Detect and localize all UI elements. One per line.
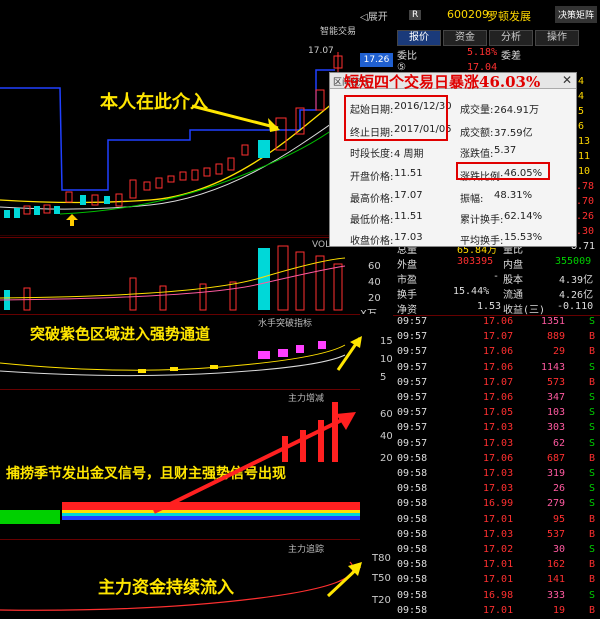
tab-funds[interactable]: 资金 [443,30,487,46]
volume-svg [0,245,346,311]
partial-col: 4 4 5 6 13 11 10 6.78 6.70 4.26 6.30 [570,76,595,237]
price-tag: 17.26 [360,53,393,67]
date-highlight-box [344,95,448,141]
tick-row: 09:58 17.02 30 S [397,544,596,555]
tab-operate[interactable]: 操作 [535,30,579,46]
range-stats-popup[interactable]: 区间统计 ✕ 短短四个交易日暴涨46.03% 起始日期: 2016/12/30 … [329,72,577,247]
tick-row: 09:58 17.01 19 B [397,604,596,616]
tab-bar: 报价 资金 分析 操作 [393,30,600,46]
tick-row: 09:58 16.98 333 S [397,589,596,601]
r-badge: R [409,10,422,20]
stat-row: 市盈 - 股本 4.39亿 [397,271,594,286]
kline-panel[interactable] [0,0,360,236]
tab-quote[interactable]: 报价 [397,30,441,46]
stat-row: 换手 15.44% 流通 4.26亿 [397,286,594,301]
arrow-golden [153,412,356,514]
tick-row: 09:58 17.01 95 B [397,513,596,525]
kline-svg [0,52,360,236]
volume-panel[interactable]: VOL [0,237,360,314]
tick-row: 09:58 16.99 279 S [397,498,596,510]
tab-analysis[interactable]: 分析 [489,30,533,46]
tick-row: 09:57 17.06 1351 S [397,316,596,327]
arrow-breakout [336,336,362,371]
stock-code: 600209 [447,8,489,21]
tick-row: 09:57 17.07 889 B [397,331,596,343]
candles [4,52,343,218]
tick-row: 09:58 17.06 687 B [397,452,596,464]
tick-row: 09:58 17.03 319 S [397,468,596,479]
tick-list[interactable]: 09:57 17.06 1351 S 09:57 17.07 889 B 09:57 17.06 2… [393,315,600,619]
tick-row: 09:57 17.03 62 S [397,437,596,449]
tick-row: 09:58 17.03 537 B [397,528,596,540]
stock-name: 罗顿发展 [487,10,531,23]
popup-title: 短短四个交易日暴涨46.03% [344,73,541,91]
white-ma [0,101,357,210]
wsh-title: 水手突破指标 [258,319,313,329]
tick-row: 09:57 17.06 1143 S [397,361,596,373]
zlzj-axis: 60 40 20 [360,389,393,539]
tick-row: 09:58 17.03 26 S [397,483,596,495]
buy-arrow [66,214,78,226]
tick-row: 09:57 17.03 303 S [397,422,596,434]
tick-row: 09:57 17.05 103 S [397,407,596,419]
arrow-entry [191,104,280,132]
annotation-inflow: 主力资金持续流入 [98,578,234,598]
high-price-label: 17.07 [308,46,334,56]
stat-row: 净资 1.53 收益(三) -0.110 [397,301,594,316]
close-icon[interactable]: ✕ [562,73,572,87]
pct-highlight-box [456,162,550,180]
smart-trade-label[interactable]: 智能交易 [320,24,356,37]
tick-row: 09:58 17.01 141 B [397,574,596,586]
tick-row: 09:57 17.07 573 B [397,376,596,388]
vol-axis: 60 40 20 X万 [360,237,393,320]
zlzj-title: 主力增减 [288,394,325,404]
zlzz-title: 主力追踪 [288,545,325,555]
tick-row: 09:57 17.06 29 B [397,346,596,358]
stat-row: 外盘 303395 内盘 355009 [397,256,592,271]
arrow-inflow [326,562,362,598]
volume-bars [4,245,343,311]
stock-header: R 600209 罗顿发展 决策矩阵 [393,0,600,30]
tick-row: 09:57 17.06 347 S [397,392,596,403]
tick-row: 09:58 17.01 162 B [397,559,596,571]
collapse-icon: ◁ [360,12,368,23]
quote-row: 委比 5.18% 委差 [397,47,521,62]
volume-title: VOL [312,240,331,250]
collapse-button[interactable]: ◁展开 [360,8,388,23]
decision-button[interactable]: 决策矩阵 [555,6,598,23]
annotation-breakout: 突破紫色区域进入强势通道 [30,325,211,343]
